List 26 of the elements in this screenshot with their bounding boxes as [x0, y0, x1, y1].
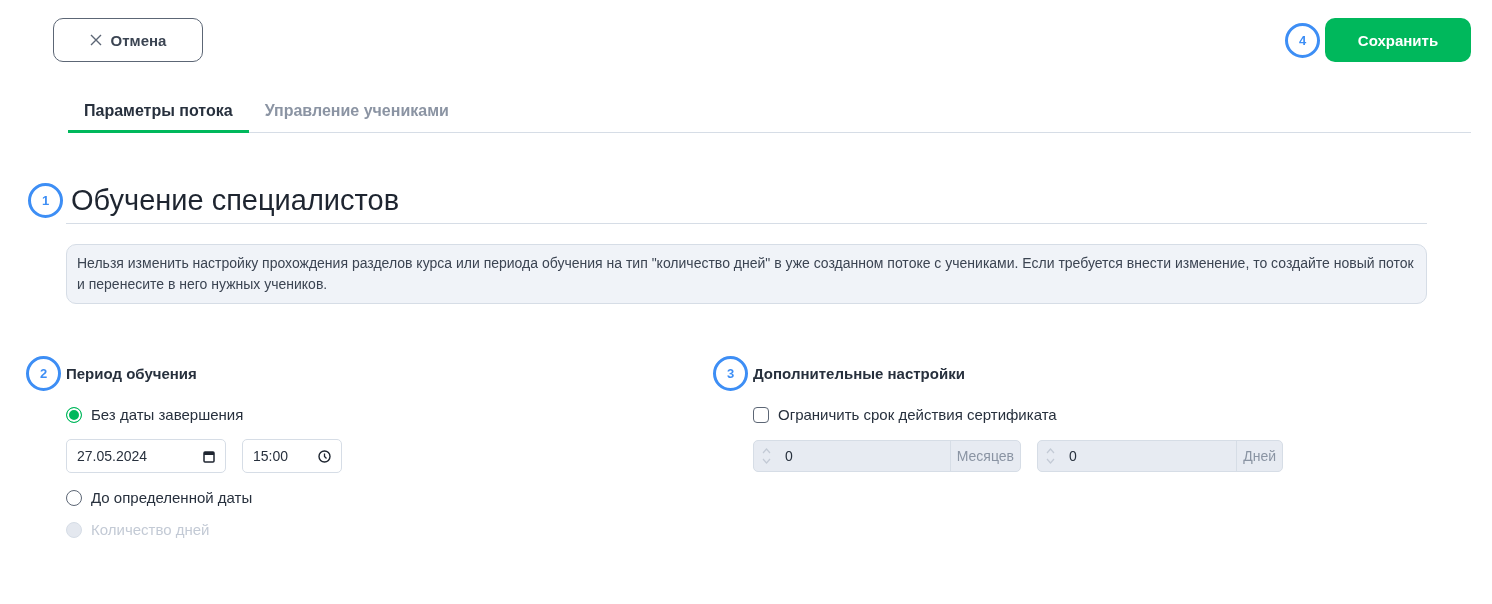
section-heading: Период обучения — [66, 365, 197, 382]
tab[interactable]: Параметры потока — [68, 94, 249, 133]
unit-label: Месяцев — [949, 441, 1020, 471]
cancel-button[interactable]: Отмена — [53, 18, 203, 62]
calendar-icon — [203, 449, 215, 463]
notice-text: Нельзя изменить настройку прохождения разделов курса или периода обучения на тип "количество дней" в уже созданном потоке с учениками. Если требуется внести изменение, то создайте новый поток и перенесите в него нужных учеников. — [66, 244, 1427, 304]
close-icon — [89, 34, 102, 46]
radio-label: До определенной даты — [91, 489, 253, 506]
clock-icon — [318, 449, 331, 463]
radio-button[interactable] — [66, 489, 82, 506]
unit-label: Дней — [1236, 441, 1282, 471]
stepper-icon — [1046, 447, 1055, 465]
date-field[interactable]: 27.05.2024 — [66, 439, 226, 473]
radio-label: Без даты завершения — [91, 406, 244, 423]
step-marker: 3 — [713, 356, 748, 391]
section-heading: Дополнительные настройки — [753, 365, 965, 382]
time-field[interactable]: 15:00 — [242, 439, 342, 473]
page-title: Обучение специалистов — [71, 184, 400, 217]
radio-label: Количество дней — [91, 521, 210, 538]
stepper-icon — [762, 447, 771, 465]
checkbox[interactable] — [753, 406, 769, 423]
step-marker: 1 — [28, 183, 63, 218]
step-marker: 2 — [26, 356, 61, 391]
step-marker: 4 — [1285, 22, 1320, 58]
checkbox-label: Ограничить срок действия сертификата — [778, 406, 1057, 423]
radio-button[interactable] — [66, 406, 82, 423]
